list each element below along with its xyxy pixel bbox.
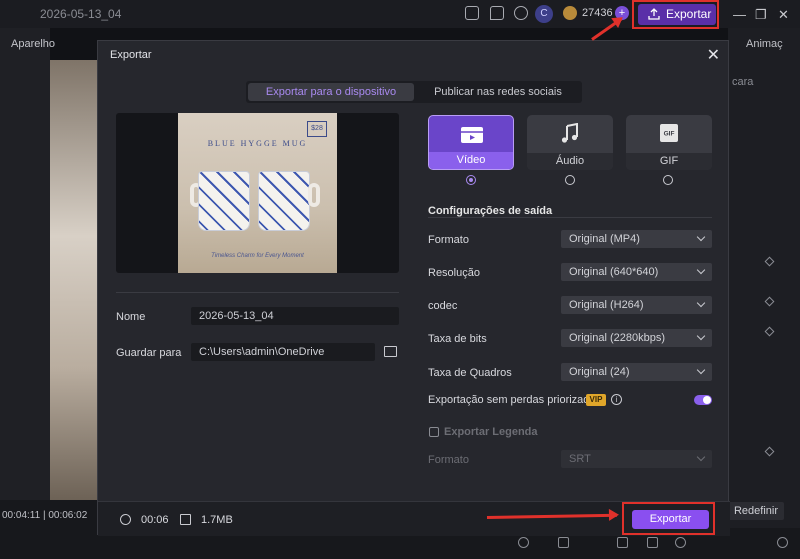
mug-image bbox=[198, 171, 250, 231]
avatar[interactable]: C bbox=[535, 5, 553, 23]
reset-button[interactable]: Redefinir bbox=[728, 502, 784, 520]
mug-image bbox=[258, 171, 310, 231]
resolution-label: Resolução bbox=[428, 267, 480, 279]
download-icon[interactable] bbox=[514, 6, 528, 20]
microphone-icon[interactable] bbox=[518, 537, 529, 548]
fit-icon[interactable] bbox=[647, 537, 658, 548]
thumbnail-caption: Timeless Charm for Every Moment bbox=[211, 253, 304, 259]
codec-select[interactable]: Original (H264) bbox=[561, 296, 712, 314]
window-close-icon[interactable]: ✕ bbox=[778, 7, 789, 23]
name-label: Nome bbox=[116, 311, 146, 323]
mug-handle bbox=[308, 183, 320, 207]
subtitle-format-label: Formato bbox=[428, 454, 469, 466]
name-input[interactable]: 2026-05-13_04 bbox=[191, 307, 399, 325]
tab-export-device[interactable]: Exportar para o dispositivo bbox=[248, 83, 414, 101]
format-gif-card[interactable]: GIF GIF bbox=[626, 115, 712, 170]
layout-icon[interactable] bbox=[465, 6, 479, 20]
framerate-label: Taxa de Quadros bbox=[428, 367, 512, 379]
mask-tab[interactable]: cara bbox=[732, 76, 753, 88]
bitrate-label: Taxa de bits bbox=[428, 333, 487, 345]
tab-social-publish[interactable]: Publicar nas redes sociais bbox=[416, 83, 580, 101]
right-panel: Animaç cara bbox=[728, 28, 800, 559]
subtitle-label: Exportar Legenda bbox=[444, 426, 538, 438]
vip-badge: VIP bbox=[586, 394, 606, 406]
gif-icon: GIF bbox=[660, 124, 678, 142]
project-title: 2026-05-13_04 bbox=[40, 7, 122, 21]
coin-icon bbox=[563, 6, 577, 20]
file-size-value: 1.7MB bbox=[201, 514, 233, 526]
format-video-label: Vídeo bbox=[429, 152, 513, 169]
save-path-input[interactable]: C:\Users\admin\OneDrive bbox=[191, 343, 375, 361]
chevron-down-icon bbox=[696, 232, 706, 242]
format-audio-radio[interactable] bbox=[565, 175, 575, 185]
output-settings-title: Configurações de saída bbox=[428, 205, 553, 217]
snap-icon[interactable] bbox=[558, 537, 569, 548]
restore-icon[interactable]: ❐ bbox=[755, 7, 767, 23]
music-note-icon bbox=[561, 123, 578, 143]
thumbnail-price: $28 bbox=[307, 121, 327, 137]
subtitle-format-select[interactable]: SRT bbox=[561, 450, 712, 468]
keyframe-icon[interactable] bbox=[764, 326, 775, 337]
duration-value: 00:06 bbox=[141, 514, 169, 526]
save-to-label: Guardar para bbox=[116, 347, 182, 359]
device-label: Aparelho bbox=[11, 38, 56, 50]
minimize-icon[interactable]: — bbox=[733, 7, 746, 22]
chevron-down-icon bbox=[696, 452, 706, 462]
format-gif-radio[interactable] bbox=[663, 175, 673, 185]
format-select[interactable]: Original (MP4) bbox=[561, 230, 712, 248]
subtitle-checkbox[interactable] bbox=[429, 427, 439, 437]
format-gif-label: GIF bbox=[626, 153, 712, 170]
left-panel: Aparelho bbox=[0, 28, 55, 559]
svg-text:GIF: GIF bbox=[664, 131, 675, 138]
lossless-toggle[interactable] bbox=[694, 395, 712, 405]
zoom-out-icon[interactable] bbox=[675, 537, 686, 548]
preview-thumbnail: $28 BLUE HYGGE MUG Timeless Charm for Ev… bbox=[178, 113, 337, 273]
chevron-down-icon bbox=[696, 265, 706, 275]
file-size-icon bbox=[180, 514, 191, 525]
divider bbox=[428, 217, 712, 218]
format-video-radio[interactable] bbox=[466, 175, 476, 185]
info-icon[interactable]: i bbox=[611, 394, 622, 405]
export-highlight-box bbox=[632, 0, 719, 29]
format-video-card[interactable]: Vídeo bbox=[428, 115, 514, 170]
time-current: 00:04:11 | 00:06:02 bbox=[2, 510, 88, 521]
export-button-highlight-box bbox=[622, 502, 715, 535]
framerate-select[interactable]: Original (24) bbox=[561, 363, 712, 381]
preview-box: $28 BLUE HYGGE MUG Timeless Charm for Ev… bbox=[116, 113, 399, 273]
export-dialog: Exportar ✕ Exportar para o dispositivo P… bbox=[97, 40, 730, 536]
credits-count: 27436 bbox=[582, 7, 613, 19]
keyframe-icon[interactable] bbox=[764, 296, 775, 307]
preview-background bbox=[50, 60, 97, 500]
zoom-in-icon[interactable] bbox=[777, 537, 788, 548]
link-icon[interactable] bbox=[617, 537, 628, 548]
feedback-icon[interactable] bbox=[490, 6, 504, 20]
format-label: Formato bbox=[428, 234, 469, 246]
timeline: 00:04:11 | 00:06:02 bbox=[0, 500, 97, 559]
clock-icon bbox=[120, 514, 131, 525]
codec-label: codec bbox=[428, 300, 458, 312]
video-icon bbox=[461, 127, 483, 143]
folder-icon[interactable] bbox=[384, 346, 397, 357]
animation-tab[interactable]: Animaç bbox=[746, 38, 783, 50]
bitrate-select[interactable]: Original (2280kbps) bbox=[561, 329, 712, 347]
keyframe-icon[interactable] bbox=[764, 446, 775, 457]
keyframe-icon[interactable] bbox=[764, 256, 775, 267]
lossless-label: Exportação sem perdas priorizada bbox=[428, 394, 596, 406]
format-audio-label: Áudio bbox=[527, 153, 613, 170]
chevron-down-icon bbox=[696, 331, 706, 341]
divider bbox=[116, 292, 399, 293]
thumbnail-brand: BLUE HYGGE MUG bbox=[207, 139, 308, 148]
chevron-down-icon bbox=[696, 298, 706, 308]
close-icon[interactable]: ✕ bbox=[707, 45, 720, 65]
resolution-select[interactable]: Original (640*640) bbox=[561, 263, 712, 281]
export-tabs: Exportar para o dispositivo Publicar nas… bbox=[246, 81, 582, 103]
chevron-down-icon bbox=[696, 365, 706, 375]
dialog-title: Exportar bbox=[110, 49, 152, 61]
format-audio-card[interactable]: Áudio bbox=[527, 115, 613, 170]
